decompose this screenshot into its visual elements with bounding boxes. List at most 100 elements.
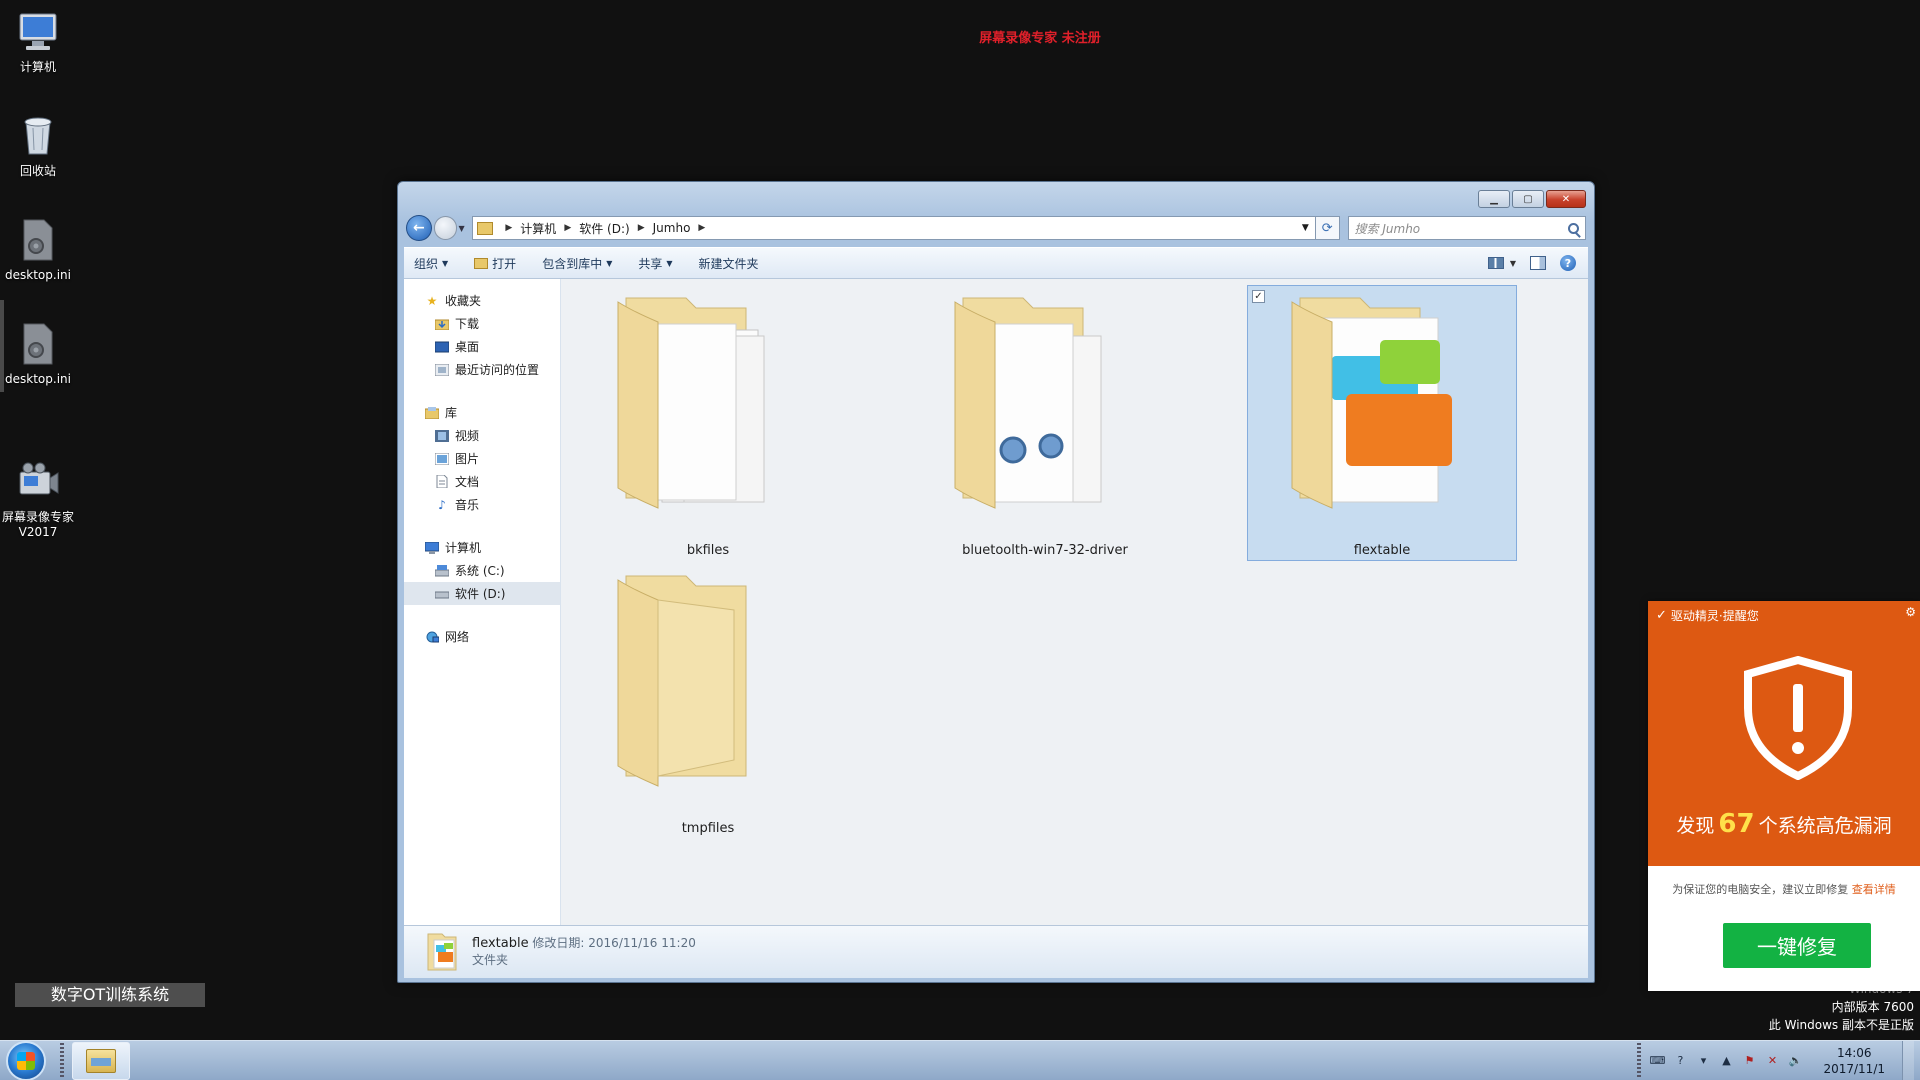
view-details-link[interactable]: 查看详情	[1852, 883, 1896, 896]
chevron-right-icon[interactable]: ▶	[638, 223, 645, 233]
preview-pane-button[interactable]	[1530, 256, 1546, 270]
activation-line: 内部版本 7600	[1831, 1000, 1914, 1014]
chevron-right-icon[interactable]: ▶	[564, 223, 571, 233]
desktop-icon	[434, 340, 450, 354]
desktop-icon-label: 屏幕录像专家 V2017	[1, 510, 74, 539]
address-dropdown-icon[interactable]: ▼	[1296, 223, 1315, 233]
share-button[interactable]: 共享 ▼	[638, 255, 672, 272]
screen-recorder-icon	[14, 443, 62, 495]
folder-name: bluetoolth-win7-32-driver	[962, 543, 1128, 558]
details-text: flextable 修改日期: 2016/11/16 11:20 文件夹	[472, 935, 696, 969]
folder-item[interactable]: tmpfiles	[573, 563, 843, 839]
folder-with-settings-icon	[954, 297, 1102, 509]
explorer-window[interactable]: ▁ ▢ ✕ ← ▼ ▶ 计算机 ▶ 软件 (D:) ▶ Jumho ▶ ▼ ⟳ …	[397, 181, 1595, 983]
address-bar[interactable]: ▶ 计算机 ▶ 软件 (D:) ▶ Jumho ▶ ▼	[472, 216, 1316, 240]
back-button[interactable]: ←	[406, 215, 432, 241]
maximize-icon: ▢	[1523, 193, 1533, 205]
nav-item-music[interactable]: ♪ 音乐	[404, 493, 560, 516]
include-library-button[interactable]: 包含到库中 ▼	[542, 255, 612, 272]
breadcrumb-jumho[interactable]: Jumho	[653, 221, 691, 235]
nav-item-drive-c[interactable]: 系统 (C:)	[404, 559, 560, 582]
nav-item-videos[interactable]: 视频	[404, 424, 560, 447]
taskbar-explorer-button[interactable]	[72, 1041, 130, 1080]
checkmark-logo-icon: ✓	[1656, 608, 1667, 623]
show-hidden-icons-icon[interactable]: ▲	[1719, 1054, 1733, 1068]
show-desktop-button[interactable]	[1902, 1040, 1914, 1080]
nav-item-documents[interactable]: 文档	[404, 470, 560, 493]
open-button[interactable]: 打开	[474, 255, 516, 272]
nav-item-recent-places[interactable]: 最近访问的位置	[404, 358, 560, 381]
folder-name: flextable	[1353, 543, 1411, 558]
picture-icon	[434, 452, 450, 466]
gear-icon[interactable]: ⚙	[1905, 605, 1916, 619]
computer-icon	[424, 541, 440, 555]
driver-alert-popup: ✓ 驱动精灵·提醒您 ⚙ 发现 67 个系统高危漏洞 为保证您的电脑安全，建议立即修…	[1648, 601, 1920, 991]
close-button[interactable]: ✕	[1546, 190, 1586, 208]
desktop-icon-desktop-ini-2[interactable]: desktop.ini	[0, 320, 76, 387]
desktop-icon-desktop-ini-1[interactable]: desktop.ini	[0, 216, 76, 283]
nav-label: 收藏夹	[445, 294, 482, 308]
library-icon	[424, 406, 440, 420]
settings-file-icon	[14, 320, 62, 368]
organize-button[interactable]: 组织 ▼	[414, 255, 448, 272]
share-label: 共享	[638, 256, 663, 271]
music-icon: ♪	[438, 497, 446, 512]
folder-name: bkfiles	[686, 543, 730, 558]
desktop-icon-screen-recorder[interactable]: 屏幕录像专家 V2017	[0, 428, 76, 555]
network-disconnected-icon[interactable]: ✕	[1765, 1054, 1779, 1068]
new-folder-button[interactable]: 新建文件夹	[699, 255, 759, 272]
refresh-icon: ⟳	[1321, 220, 1333, 236]
empty-folder-icon	[617, 575, 747, 787]
recorder-watermark: 屏幕录像专家 未注册	[979, 31, 1101, 46]
chevron-right-icon[interactable]: ▶	[505, 223, 512, 233]
folder-item-selected[interactable]: ✓ flextable	[1247, 285, 1517, 561]
keyboard-icon[interactable]: ⌨	[1650, 1054, 1666, 1068]
maximize-button[interactable]: ▢	[1512, 190, 1544, 208]
nav-item-libraries[interactable]: 库	[404, 401, 560, 424]
refresh-button[interactable]: ⟳	[1315, 216, 1340, 240]
chevron-down-icon: ▼	[1509, 258, 1516, 268]
volume-icon[interactable]: 🔈	[1788, 1054, 1803, 1068]
nav-item-favorites[interactable]: ★ 收藏夹	[404, 289, 560, 312]
breadcrumb-drive-d[interactable]: 软件 (D:)	[579, 220, 629, 237]
selection-checkbox[interactable]: ✓	[1252, 290, 1265, 303]
search-icon[interactable]	[1568, 222, 1579, 234]
history-dropdown-icon[interactable]: ▼	[458, 224, 468, 233]
folder-item[interactable]: bluetoolth-win7-32-driver	[910, 285, 1180, 561]
desktop-icon-computer[interactable]: 计算机	[0, 8, 76, 75]
help-tray-icon[interactable]: ?	[1673, 1054, 1687, 1068]
arrow-left-icon: ←	[413, 220, 425, 236]
nav-item-downloads[interactable]: 下载	[404, 312, 560, 335]
nav-item-desktop[interactable]: 桌面	[404, 335, 560, 358]
downloads-folder-icon	[434, 317, 450, 331]
minimize-button[interactable]: ▁	[1478, 190, 1510, 208]
folder-icon	[477, 221, 494, 235]
nav-group-libraries: 库 视频 图片 文档 ♪ 音乐	[404, 401, 560, 516]
nav-item-computer[interactable]: 计算机	[404, 536, 560, 559]
popup-note: 为保证您的电脑安全，建议立即修复 查看详情	[1648, 881, 1920, 897]
nav-item-drive-d[interactable]: 软件 (D:)	[404, 582, 560, 605]
clock-date: 2017/11/1	[1823, 1061, 1885, 1076]
forward-button[interactable]	[433, 216, 458, 240]
details-pane: flextable 修改日期: 2016/11/16 11:20 文件夹	[404, 925, 1588, 978]
tray-dropdown-icon[interactable]: ▾	[1696, 1054, 1710, 1068]
nav-item-network[interactable]: 网络	[404, 625, 560, 648]
computer-icon	[14, 8, 62, 56]
action-center-icon[interactable]: ⚑	[1742, 1054, 1756, 1068]
open-label: 打开	[492, 256, 517, 271]
search-input[interactable]: 搜索 Jumho	[1347, 216, 1586, 240]
ot-training-label[interactable]: 数字OT训练系统	[15, 983, 205, 1007]
help-icon[interactable]: ?	[1560, 255, 1576, 271]
chevron-right-icon[interactable]: ▶	[698, 223, 705, 233]
file-list: bkfiles bluetoolth-win7-32-driver ✓ flex…	[561, 279, 1588, 925]
close-icon: ✕	[1561, 193, 1571, 205]
folder-item[interactable]: bkfiles	[573, 285, 843, 561]
selected-item-name: flextable	[472, 936, 529, 951]
desktop-icon-recycle-bin[interactable]: 回收站	[0, 112, 76, 179]
clock[interactable]: 14:06 2017/11/1	[1823, 1045, 1885, 1077]
start-button[interactable]	[6, 1040, 46, 1080]
one-click-fix-button[interactable]: 一键修复	[1723, 923, 1871, 968]
breadcrumb-computer[interactable]: 计算机	[520, 220, 556, 237]
nav-item-pictures[interactable]: 图片	[404, 447, 560, 470]
change-view-button[interactable]: ▼	[1487, 257, 1516, 269]
